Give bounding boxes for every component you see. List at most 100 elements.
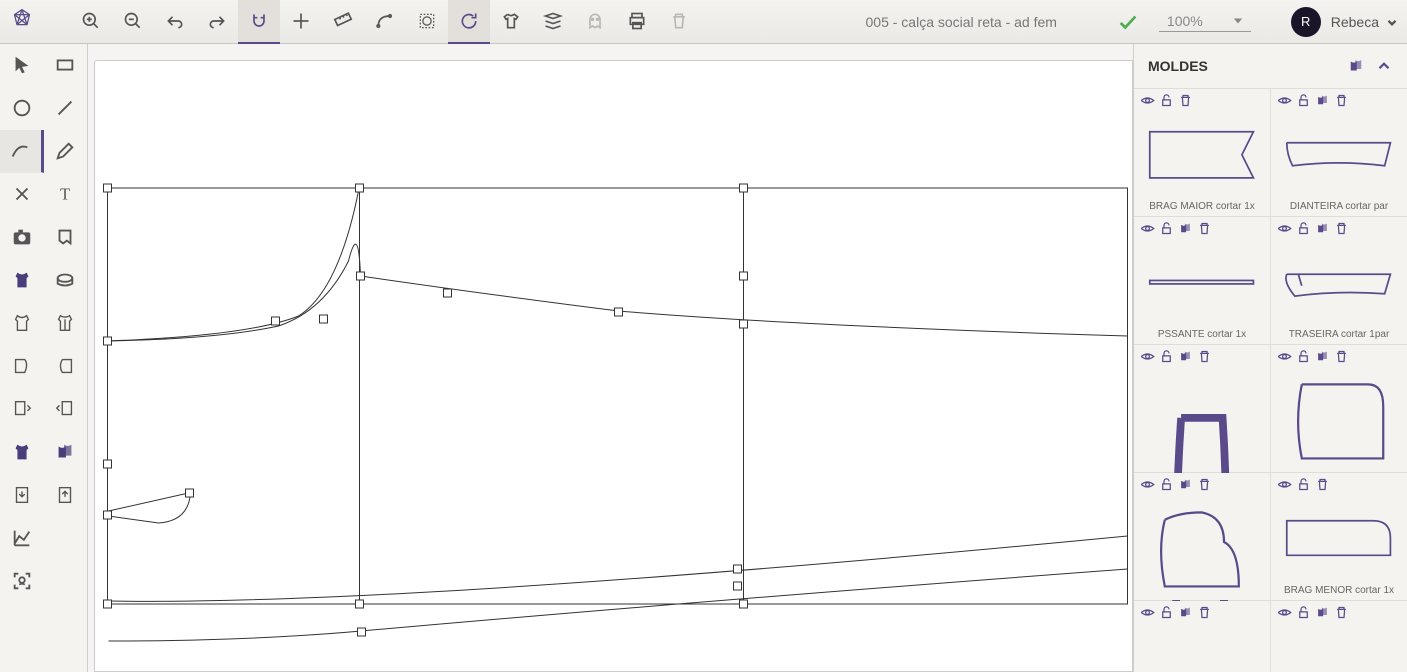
user-name[interactable]: Rebeca: [1331, 14, 1379, 30]
unlock-icon[interactable]: [1159, 477, 1174, 492]
molde-item[interactable]: [1271, 601, 1407, 672]
double-garment-icon[interactable]: [1315, 605, 1330, 620]
trash-icon[interactable]: [1334, 605, 1349, 620]
molde-preview: [1271, 496, 1407, 581]
molde-item[interactable]: FUNDO DO BOLSO DIA...: [1271, 345, 1407, 472]
eye-icon[interactable]: [1140, 93, 1155, 108]
trash-icon[interactable]: [1334, 93, 1349, 108]
pattern-piece-1-icon[interactable]: [0, 345, 44, 388]
collapse-chevron-icon[interactable]: [1375, 57, 1393, 75]
trash-icon[interactable]: [1197, 605, 1212, 620]
molde-item[interactable]: PSSANTE cortar 1x: [1134, 217, 1270, 344]
app-logo[interactable]: [12, 8, 40, 36]
measure-tape-icon[interactable]: [44, 259, 88, 302]
molde-item[interactable]: FORRO BOLSO DIANT c...: [1134, 473, 1270, 600]
crosshair-icon[interactable]: [280, 0, 322, 44]
molde-item[interactable]: COS TRAS cortar 1par: [1134, 345, 1270, 472]
trash-icon[interactable]: [1334, 221, 1349, 236]
molde-item[interactable]: [1134, 601, 1270, 672]
trash-icon[interactable]: [1197, 477, 1212, 492]
molde-item[interactable]: DIANTEIRA cortar par: [1271, 89, 1407, 216]
export-page-icon[interactable]: [0, 474, 44, 517]
shirt-icon[interactable]: [490, 0, 532, 44]
ruler-icon[interactable]: [322, 0, 364, 44]
zoom-out-icon[interactable]: [112, 0, 154, 44]
pattern-shape-icon[interactable]: [44, 216, 88, 259]
undo-icon[interactable]: [154, 0, 196, 44]
double-garment-icon[interactable]: [1315, 349, 1330, 364]
molde-preview: [1271, 112, 1407, 197]
double-garment-icon[interactable]: [1178, 477, 1193, 492]
canvas-area[interactable]: [88, 44, 1133, 672]
redo-icon[interactable]: [196, 0, 238, 44]
trash-icon[interactable]: [1197, 221, 1212, 236]
bodice-outline-icon[interactable]: [0, 302, 44, 345]
double-garment-icon[interactable]: [1315, 221, 1330, 236]
double-garment-icon[interactable]: [44, 431, 88, 474]
trash-icon[interactable]: [1178, 93, 1193, 108]
bodice-filled-icon[interactable]: [0, 259, 44, 302]
delete-x-icon[interactable]: [0, 173, 44, 216]
molde-item[interactable]: BRAG MENOR cortar 1x: [1271, 473, 1407, 600]
unlock-icon[interactable]: [1159, 605, 1174, 620]
molde-item[interactable]: TRASEIRA cortar 1par: [1271, 217, 1407, 344]
trash-icon[interactable]: [1315, 477, 1330, 492]
unlock-icon[interactable]: [1159, 349, 1174, 364]
trash-icon[interactable]: [1334, 349, 1349, 364]
unlock-icon[interactable]: [1296, 349, 1311, 364]
selection-group-icon[interactable]: [406, 0, 448, 44]
unlock-icon[interactable]: [1296, 477, 1311, 492]
bodice-outline-2-icon[interactable]: [44, 302, 88, 345]
circle-icon[interactable]: [0, 87, 44, 130]
unlock-icon[interactable]: [1159, 221, 1174, 236]
pattern-drawing[interactable]: [95, 61, 1132, 671]
unlock-icon[interactable]: [1159, 93, 1174, 108]
unlock-icon[interactable]: [1296, 93, 1311, 108]
camera-icon[interactable]: [0, 216, 44, 259]
import-page-icon[interactable]: [44, 474, 88, 517]
arc-icon[interactable]: [364, 0, 406, 44]
drawing-canvas[interactable]: [94, 60, 1133, 672]
eye-icon[interactable]: [1277, 349, 1292, 364]
molde-item[interactable]: BRAG MAIOR cortar 1x: [1134, 89, 1270, 216]
magnet-snap-icon[interactable]: [238, 0, 280, 44]
double-garment-icon[interactable]: [1347, 57, 1365, 75]
graph-icon[interactable]: [0, 517, 44, 560]
user-menu-chevron-icon[interactable]: [1385, 15, 1399, 29]
molde-actions: [1134, 89, 1270, 112]
eye-icon[interactable]: [1140, 221, 1155, 236]
eye-icon[interactable]: [1140, 349, 1155, 364]
scan-focus-icon[interactable]: [0, 560, 44, 603]
user-avatar[interactable]: R: [1291, 7, 1321, 37]
molde-actions: [1271, 345, 1407, 368]
eye-icon[interactable]: [1277, 93, 1292, 108]
garment-dark-icon[interactable]: [0, 431, 44, 474]
page-rotate-2-icon[interactable]: [44, 388, 88, 431]
text-icon[interactable]: T: [44, 173, 88, 216]
pencil-icon[interactable]: [44, 130, 88, 173]
trash-icon[interactable]: [1197, 349, 1212, 364]
select-arrow-icon[interactable]: [0, 44, 44, 87]
curve-icon[interactable]: [0, 130, 44, 173]
eye-icon[interactable]: [1277, 477, 1292, 492]
double-garment-icon[interactable]: [1315, 93, 1330, 108]
double-garment-icon[interactable]: [1178, 221, 1193, 236]
zoom-selector[interactable]: 100%: [1159, 11, 1251, 32]
rectangle-icon[interactable]: [44, 44, 88, 87]
eye-icon[interactable]: [1140, 477, 1155, 492]
page-rotate-1-icon[interactable]: [0, 388, 44, 431]
zoom-in-icon[interactable]: [70, 0, 112, 44]
molde-actions: [1271, 473, 1407, 496]
double-garment-icon[interactable]: [1178, 349, 1193, 364]
eye-icon[interactable]: [1277, 221, 1292, 236]
unlock-icon[interactable]: [1296, 221, 1311, 236]
eye-icon[interactable]: [1277, 605, 1292, 620]
pattern-piece-2-icon[interactable]: [44, 345, 88, 388]
line-icon[interactable]: [44, 87, 88, 130]
double-garment-icon[interactable]: [1178, 605, 1193, 620]
print-icon[interactable]: [616, 0, 658, 44]
unlock-icon[interactable]: [1296, 605, 1311, 620]
eye-icon[interactable]: [1140, 605, 1155, 620]
refresh-icon[interactable]: [448, 0, 490, 44]
layers-icon[interactable]: [532, 0, 574, 44]
